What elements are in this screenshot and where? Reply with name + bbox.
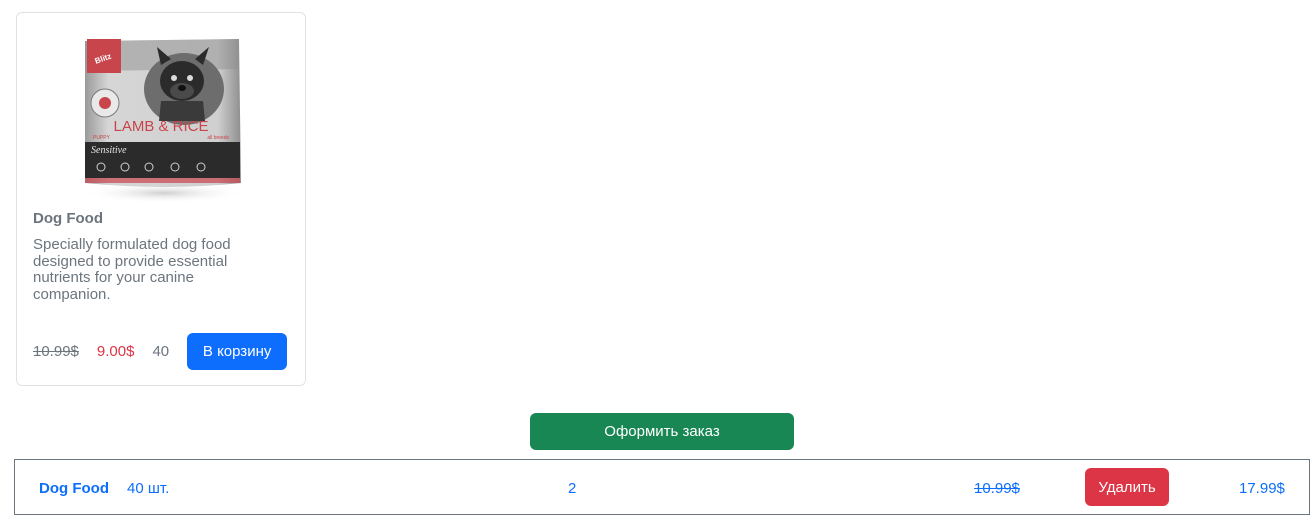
bag-variant: Sensitive — [91, 145, 127, 156]
page: Blitz LAMB & RICE PUPPY all breeds Sensi… — [0, 0, 1316, 532]
cart-item-row: Dog Food 40 шт. 2 10.99$ Удалить 17.99$ — [14, 459, 1310, 515]
product-title: Dog Food — [33, 210, 103, 227]
delete-button[interactable]: Удалить — [1085, 468, 1169, 506]
checkout-button[interactable]: Оформить заказ — [530, 413, 794, 450]
product-card: Blitz LAMB & RICE PUPPY all breeds Sensi… — [16, 12, 306, 386]
cart-item-old-price: 10.99$ — [974, 480, 1020, 497]
add-to-cart-button[interactable]: В корзину — [187, 333, 288, 370]
bag-subline: PUPPY — [93, 135, 111, 141]
product-description: Specially formulated dog food designed t… — [33, 236, 231, 303]
bag-headline: LAMB & RICE — [113, 118, 208, 135]
product-image: Blitz LAMB & RICE PUPPY all breeds Sensi… — [82, 39, 246, 203]
cart-item-stock: 40 шт. — [127, 480, 170, 497]
product-stock: 40 — [152, 343, 170, 360]
product-old-price: 10.99$ — [33, 343, 79, 360]
cart-item-total: 17.99$ — [1239, 480, 1285, 497]
bag-subline-right: all breeds — [207, 135, 229, 141]
product-price: 9.00$ — [96, 343, 135, 360]
cart-item-count: 2 — [568, 480, 577, 497]
cart-item-name[interactable]: Dog Food — [39, 480, 109, 497]
product-footer: 10.99$ 9.00$ 40 В корзину — [33, 333, 288, 370]
